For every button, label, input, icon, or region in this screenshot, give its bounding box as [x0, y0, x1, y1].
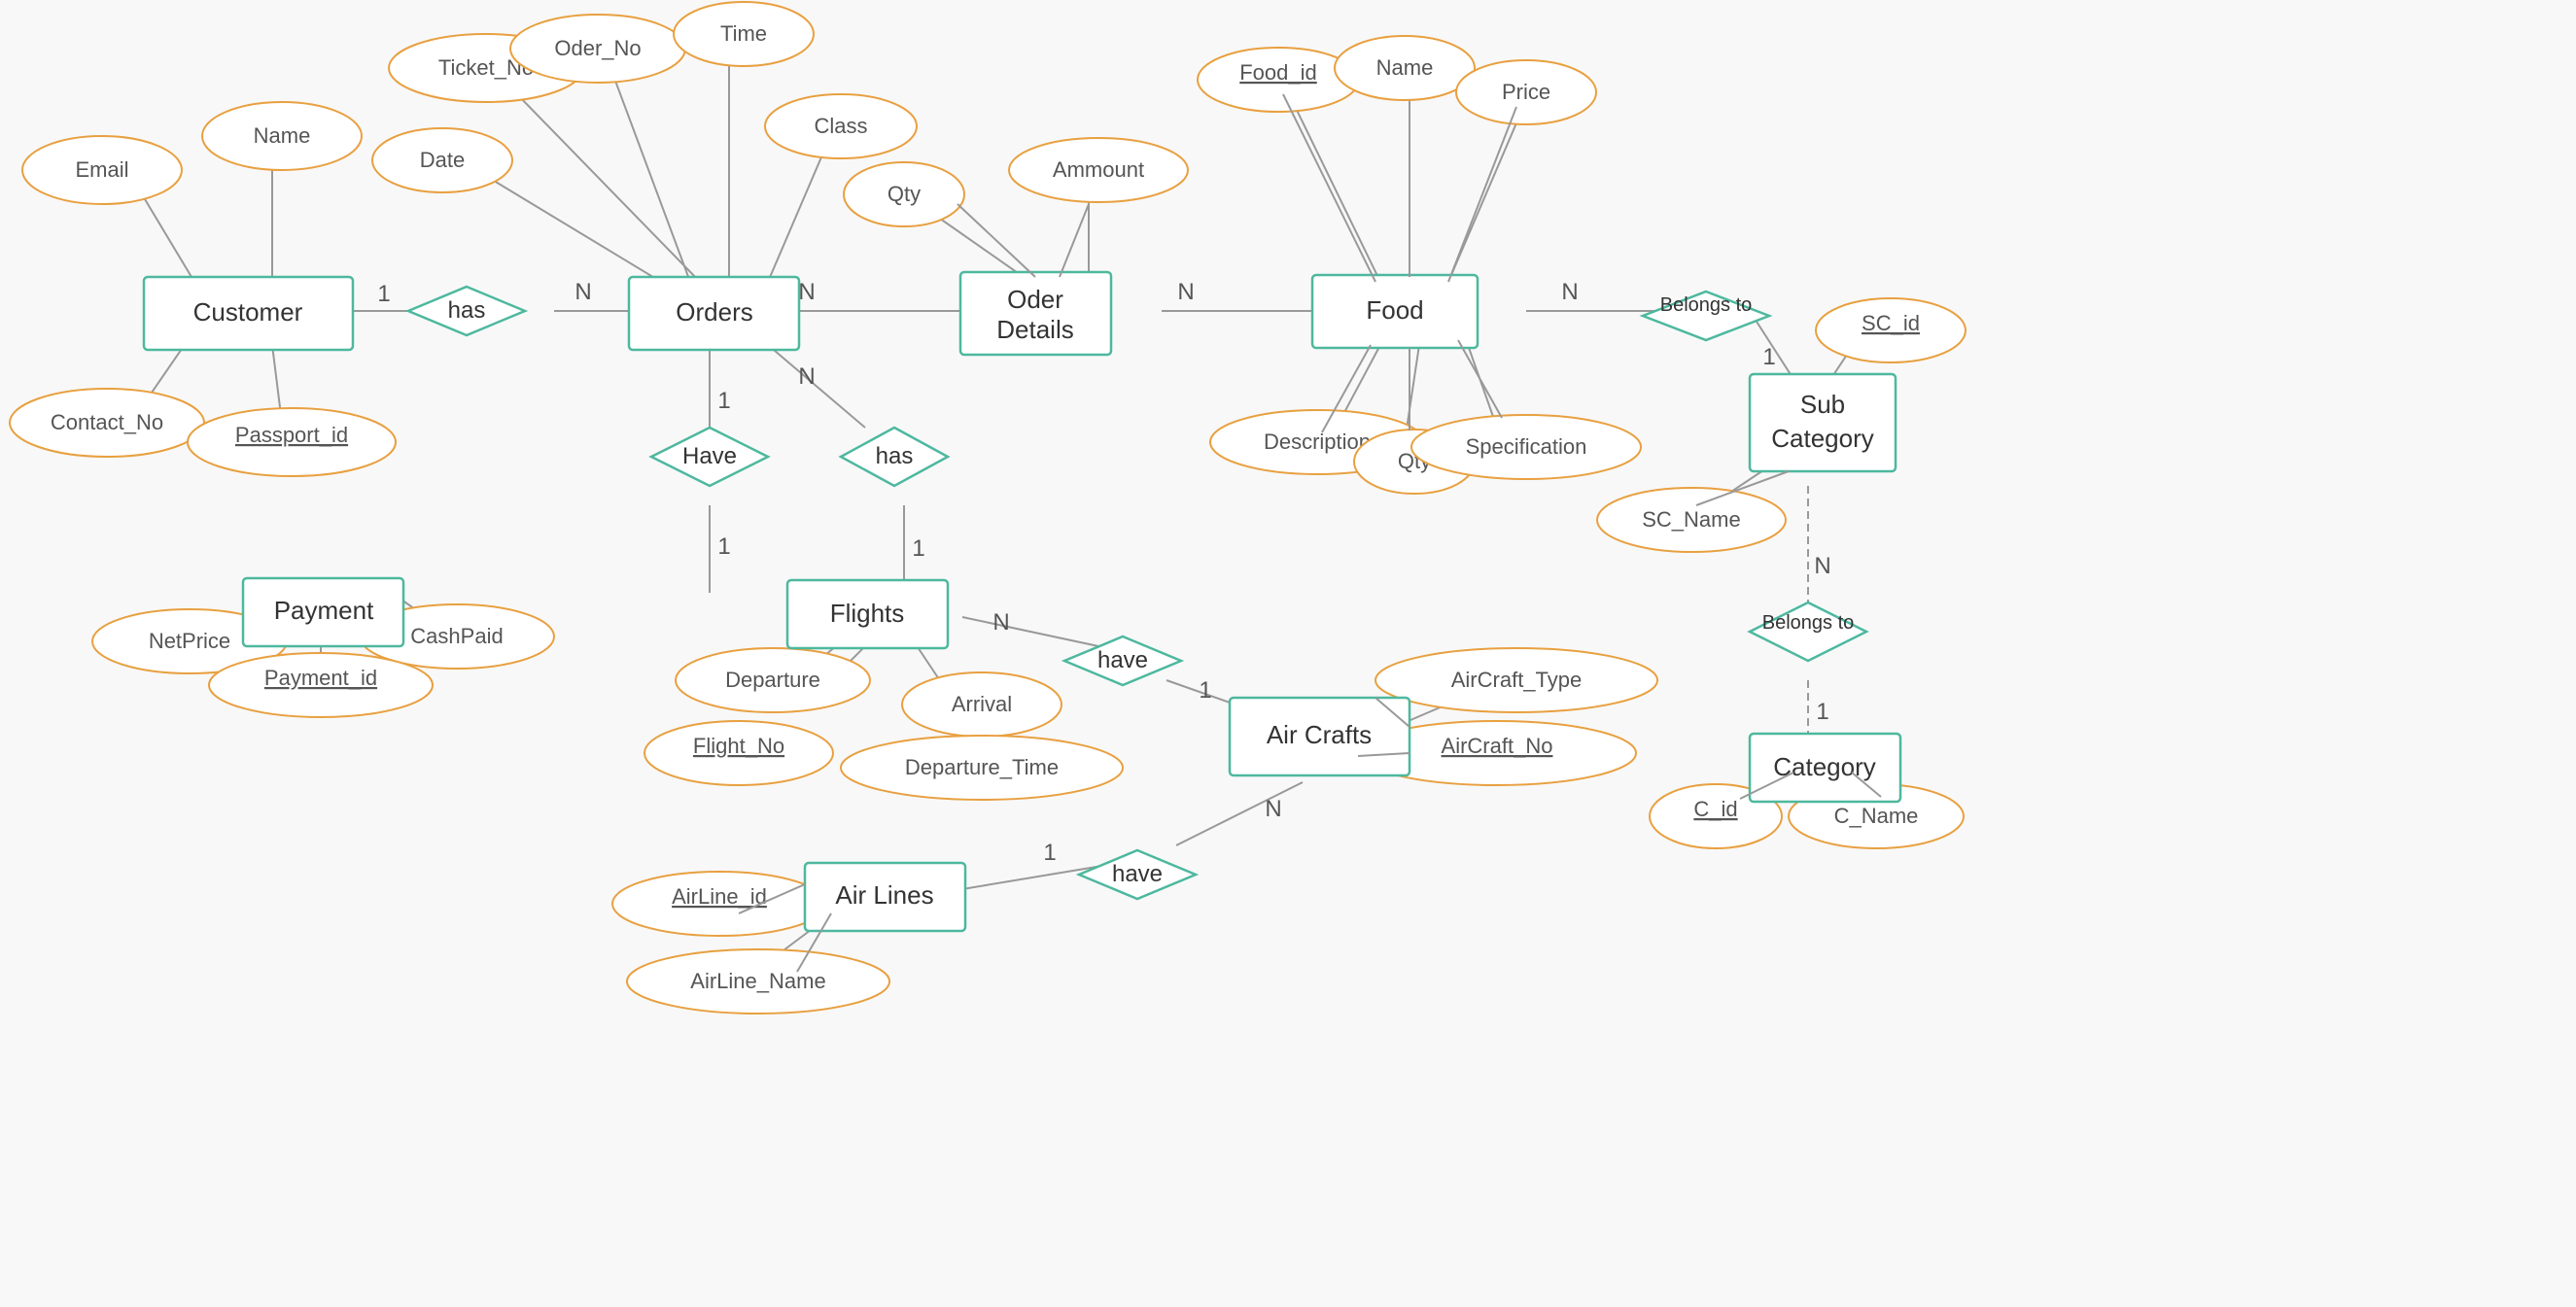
price-label: Price	[1502, 80, 1550, 104]
oder-details-label1: Oder	[1007, 285, 1063, 314]
name-label: Name	[254, 123, 311, 148]
class-label: Class	[814, 114, 867, 138]
belongs-to1-label: Belongs to	[1660, 294, 1753, 316]
orders-label: Orders	[676, 297, 752, 327]
aircraft-type-label: AirCraft_Type	[1451, 668, 1583, 692]
mult-orders-have: 1	[717, 388, 730, 414]
er-diagram: Email Name Contact_No Passport_id Ticket…	[0, 0, 2576, 1302]
cash-paid-label: CashPaid	[410, 624, 503, 648]
arrival-label: Arrival	[952, 692, 1012, 716]
flight-no-label: Flight_No	[693, 734, 784, 758]
c-name-label: C_Name	[1834, 804, 1919, 828]
time-label: Time	[720, 21, 767, 46]
sub-category-label2: Category	[1771, 424, 1874, 453]
has2-label: has	[876, 443, 914, 469]
description-label: Description	[1264, 430, 1371, 454]
payment-label: Payment	[274, 596, 374, 625]
specification-label: Specification	[1466, 434, 1587, 459]
oder-details-label2: Details	[996, 315, 1073, 344]
mult-has-orders: N	[574, 279, 591, 305]
c-id-label: C_id	[1693, 797, 1737, 821]
airline-name-label: AirLine_Name	[690, 969, 825, 993]
mult-aircrafts-have3: N	[1265, 796, 1281, 822]
have3-label: have	[1112, 861, 1163, 887]
air-crafts-label: Air Crafts	[1267, 720, 1372, 749]
mult-has2-flights: 1	[912, 535, 924, 562]
sub-category-label1: Sub	[1800, 390, 1845, 419]
food-label: Food	[1366, 295, 1423, 325]
date-label: Date	[420, 148, 465, 172]
sub-category-entity	[1750, 374, 1896, 471]
contact-no-label: Contact_No	[51, 410, 163, 434]
has1-label: has	[448, 297, 486, 324]
customer-label: Customer	[193, 297, 303, 327]
flights-label: Flights	[830, 599, 905, 628]
departure-time-label: Departure_Time	[905, 755, 1059, 779]
aircraft-no-label: AirCraft_No	[1442, 734, 1553, 758]
mult-belongs-subcat: 1	[1762, 344, 1775, 370]
mult-have2-aircrafts: 1	[1199, 677, 1211, 704]
airline-id-label: AirLine_id	[672, 884, 767, 909]
mult-subcat-belongs2: N	[1814, 553, 1830, 579]
net-price-label: NetPrice	[149, 629, 230, 653]
category-label: Category	[1773, 752, 1876, 781]
mult-have3-airlines: 1	[1043, 840, 1056, 866]
mult-customer-has: 1	[377, 281, 390, 307]
payment-id-label: Payment_id	[264, 666, 377, 690]
mult-belongs2-cat: 1	[1816, 699, 1828, 725]
food-id-label: Food_id	[1239, 60, 1317, 85]
air-lines-label: Air Lines	[835, 880, 933, 910]
mult-orders-details1: N	[798, 279, 815, 305]
mult-flights-have2: N	[992, 609, 1009, 636]
oder-no-label: Oder_No	[554, 36, 641, 60]
have1-label: Have	[682, 443, 737, 469]
sc-id-label: SC_id	[1862, 311, 1920, 335]
mult-food-belongs: N	[1561, 279, 1578, 305]
food-name-label: Name	[1376, 55, 1434, 80]
passport-id-label: Passport_id	[235, 423, 348, 447]
mult-orders-has2: N	[798, 363, 815, 390]
sc-name-label: SC_Name	[1642, 507, 1740, 532]
ammount-label: Ammount	[1053, 157, 1144, 182]
mult-details-food: N	[1177, 279, 1194, 305]
qty-label1: Qty	[888, 182, 921, 206]
have2-label: have	[1097, 647, 1148, 673]
email-label: Email	[75, 157, 128, 182]
departure-label: Departure	[725, 668, 820, 692]
mult-have-payment: 1	[717, 533, 730, 560]
belongs-to2-label: Belongs to	[1762, 612, 1855, 634]
